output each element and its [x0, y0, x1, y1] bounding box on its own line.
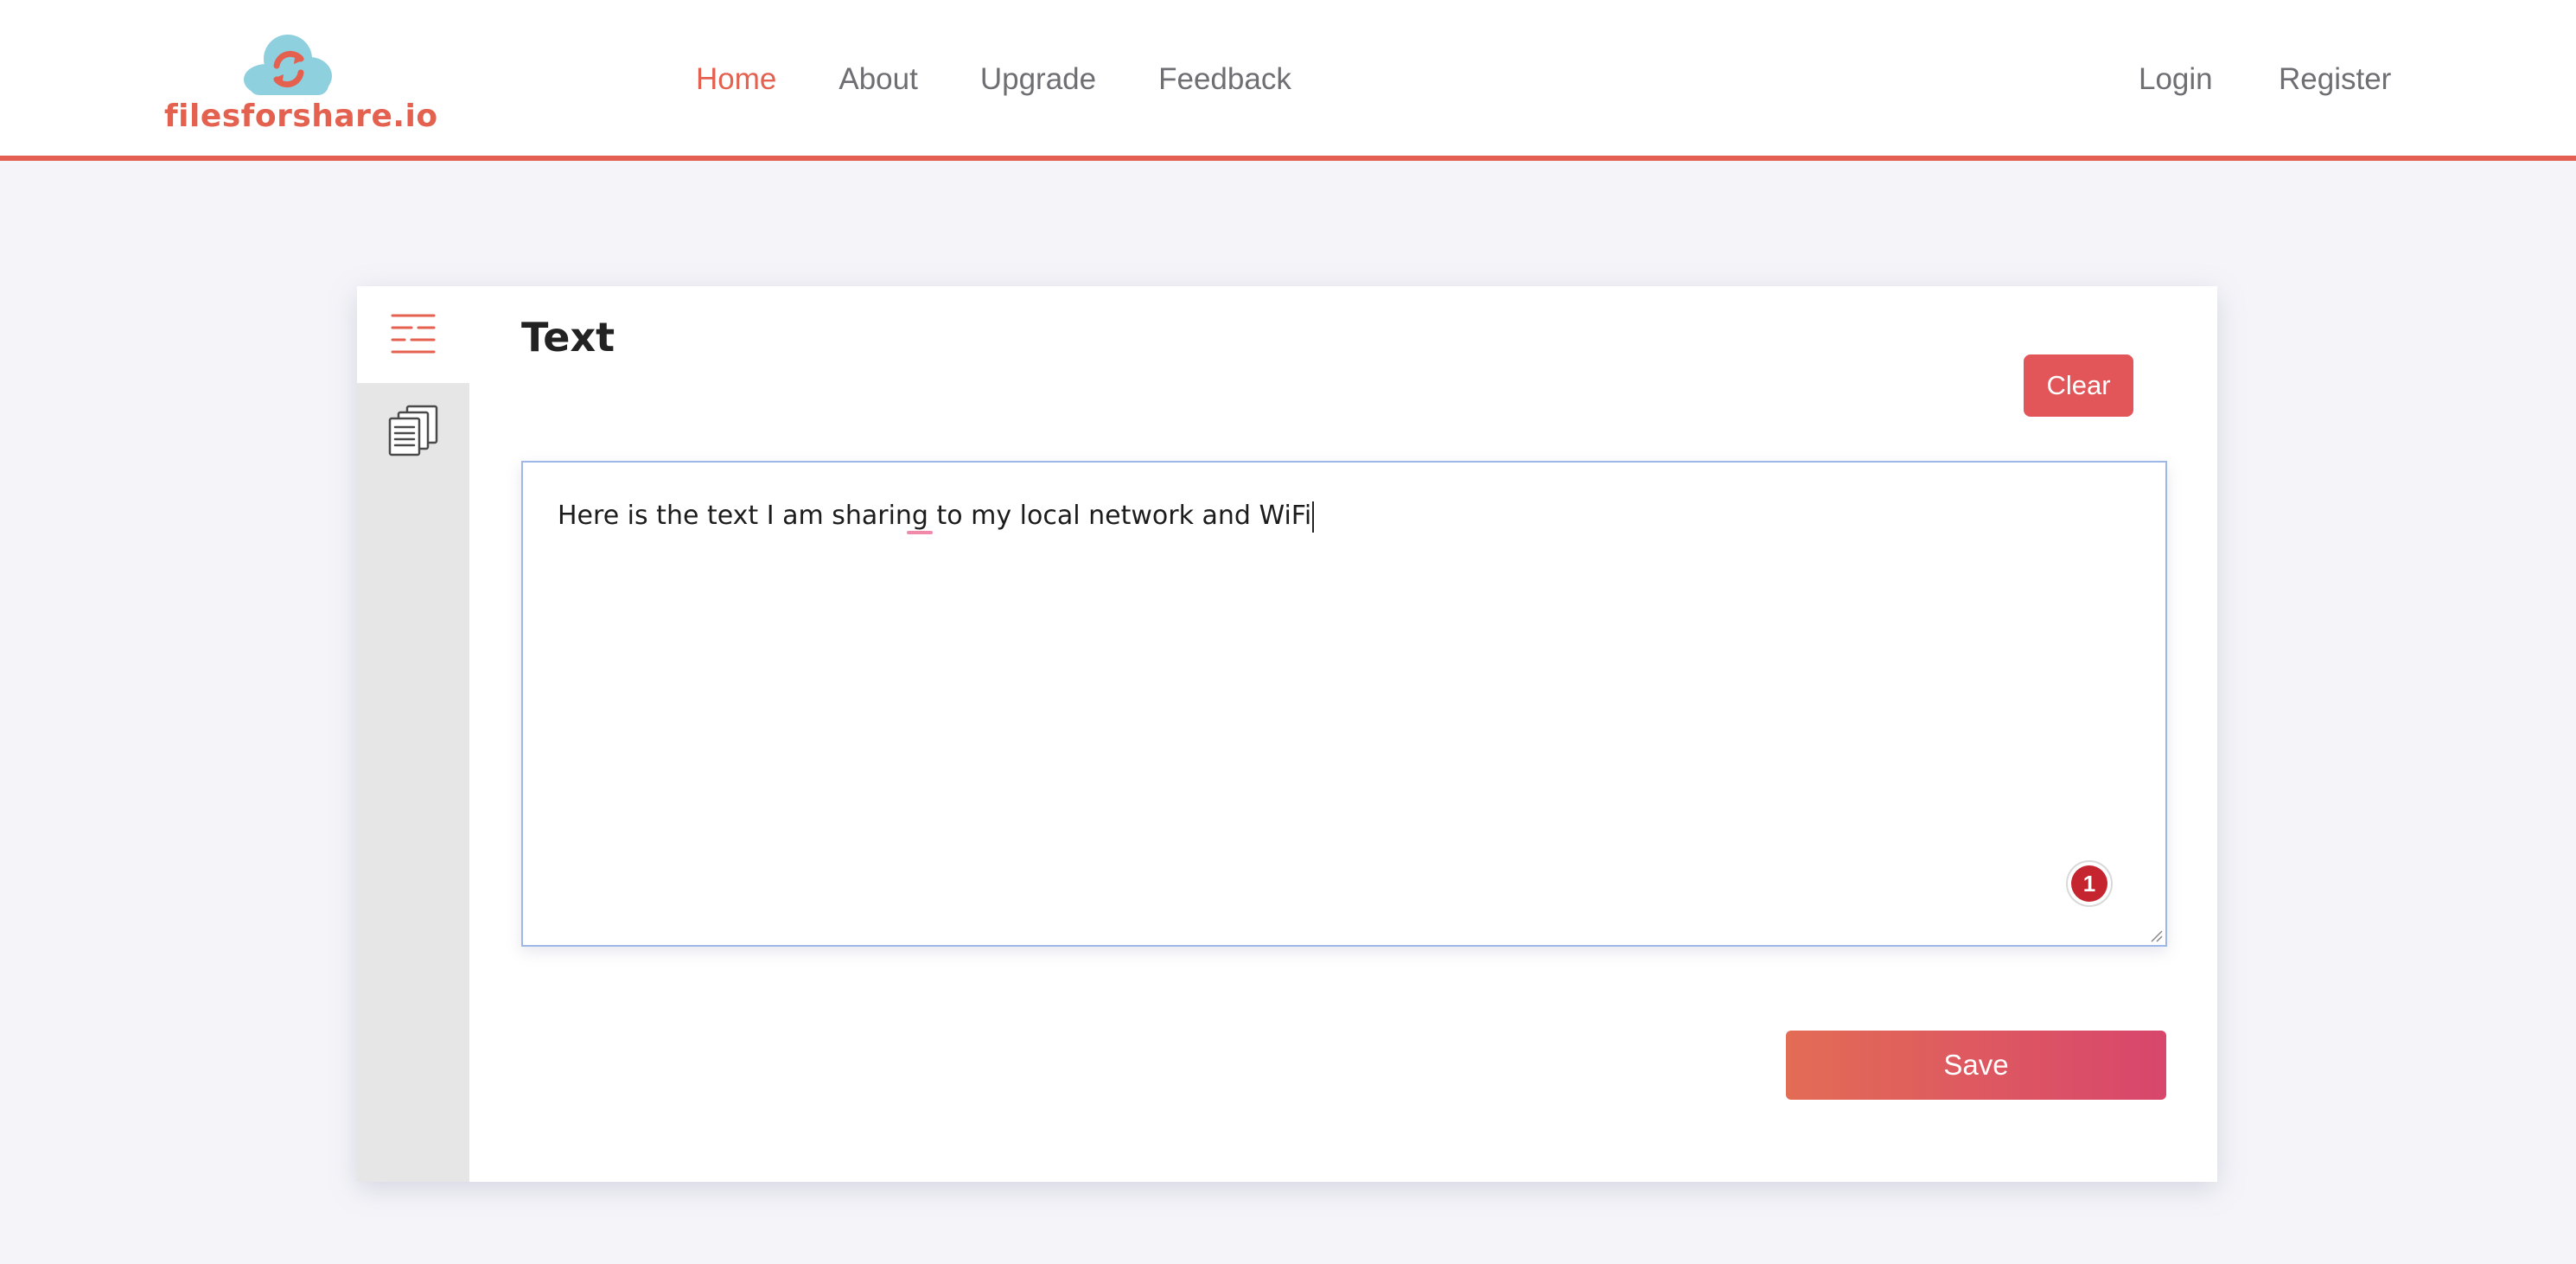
tab-text[interactable] — [357, 286, 469, 383]
top-header: filesforshare.io Home About Upgrade Feed… — [0, 0, 2576, 161]
share-text-area[interactable]: Here is the text I am sharing to my loca… — [521, 461, 2167, 947]
resize-handle-icon[interactable] — [2148, 928, 2164, 943]
save-button[interactable]: Save — [1786, 1031, 2166, 1100]
brand-name: filesforshare.io — [164, 99, 438, 134]
notification-badge[interactable]: 1 — [2066, 860, 2113, 907]
share-panel: Text Clear Here is the text I am sharing… — [357, 286, 2217, 1182]
main-nav: Home About Upgrade Feedback — [696, 62, 1354, 97]
text-caret — [1312, 501, 1315, 533]
register-link[interactable]: Register — [2279, 62, 2391, 97]
clear-button[interactable]: Clear — [2024, 354, 2133, 417]
text-value: Here is the text I am sharing to my loca… — [558, 501, 1315, 533]
nav-feedback[interactable]: Feedback — [1158, 62, 1291, 97]
documents-icon — [388, 405, 438, 456]
login-link[interactable]: Login — [2139, 62, 2213, 97]
badge-count: 1 — [2071, 865, 2107, 902]
spellcheck-underline — [907, 531, 933, 534]
brand-logo[interactable]: filesforshare.io — [164, 31, 437, 138]
nav-about[interactable]: About — [838, 62, 917, 97]
tab-files[interactable] — [357, 383, 469, 478]
nav-home[interactable]: Home — [696, 62, 776, 97]
text-lines-icon — [391, 314, 436, 354]
nav-upgrade[interactable]: Upgrade — [980, 62, 1096, 97]
cloud-sync-icon — [244, 35, 332, 95]
panel-title: Text — [521, 314, 615, 361]
panel-sidebar — [357, 286, 469, 1182]
text-value-content: Here is the text I am sharing to my loca… — [558, 501, 1312, 531]
